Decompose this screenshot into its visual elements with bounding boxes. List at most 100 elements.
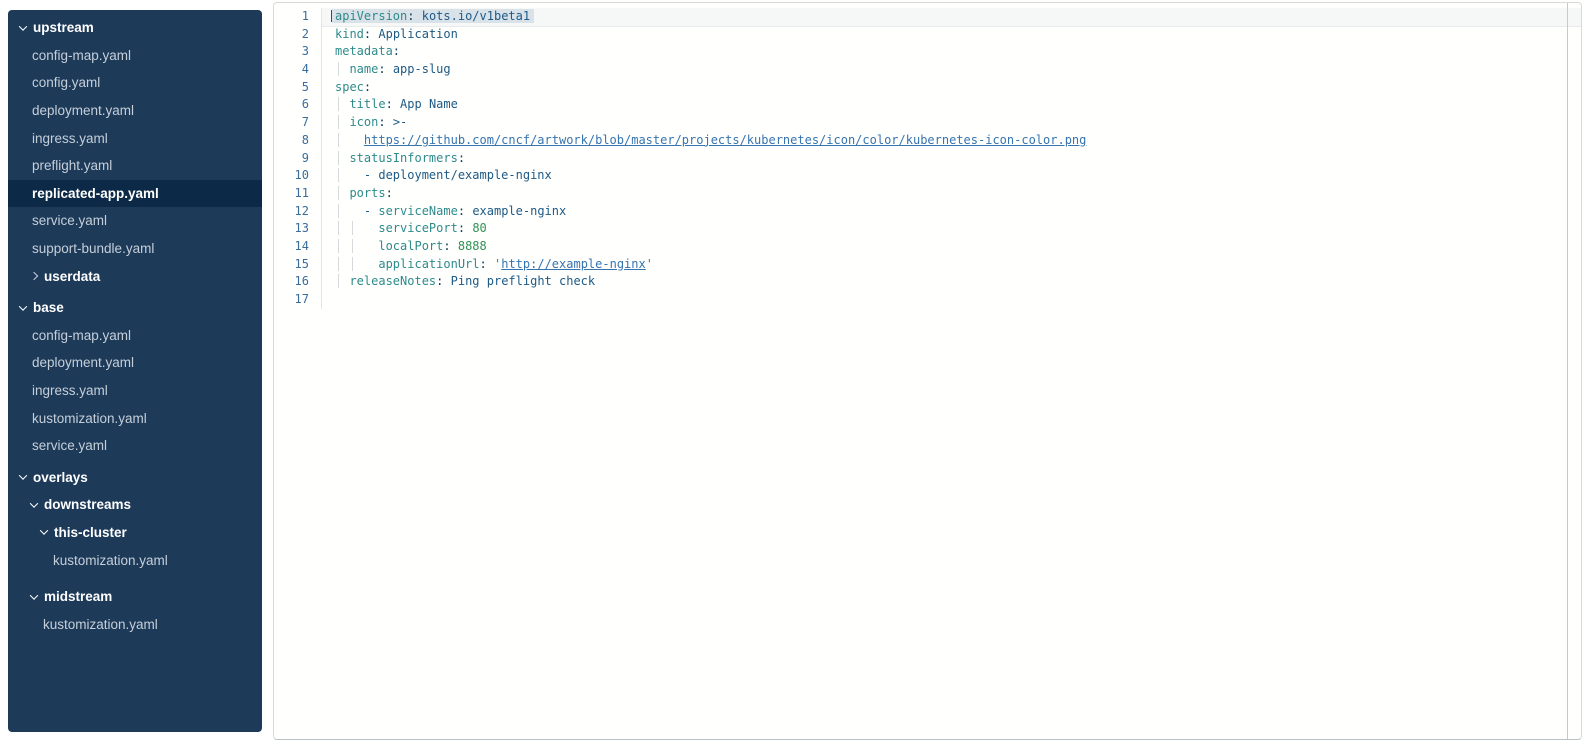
line-number: 8 <box>274 132 322 150</box>
code-token <box>414 9 421 23</box>
code-token <box>443 274 450 288</box>
code-token: : <box>386 97 393 111</box>
tree-item-label: kustomization.yaml <box>32 411 147 426</box>
code-token: servicePort <box>378 221 457 235</box>
tree-file-support-bundle.yaml[interactable]: support-bundle.yaml <box>8 235 262 263</box>
tree-folder-downstreams[interactable]: downstreams <box>8 491 262 519</box>
code-line[interactable]: 11 ports: <box>274 185 1581 203</box>
tree-file-kustomization.yaml[interactable]: kustomization.yaml <box>8 610 262 638</box>
line-number: 10 <box>274 167 322 185</box>
tree-item-label: this-cluster <box>54 525 127 540</box>
tree-file-kustomization.yaml[interactable]: kustomization.yaml <box>8 404 262 432</box>
code-token: : <box>378 115 385 129</box>
code-line-content: title: App Name <box>322 96 1581 114</box>
code-line[interactable]: 3metadata: <box>274 43 1581 61</box>
tree-item-label: replicated-app.yaml <box>32 186 159 201</box>
code-line[interactable]: 15 applicationUrl: 'http://example-nginx… <box>274 256 1581 274</box>
code-line-content: ports: <box>322 185 1581 203</box>
code-token <box>386 62 393 76</box>
code-token: example-nginx <box>472 204 566 218</box>
tree-file-deployment.yaml[interactable]: deployment.yaml <box>8 349 262 377</box>
code-line[interactable]: 2kind: Application <box>274 26 1581 44</box>
code-line-content: - deployment/example-nginx <box>322 167 1581 185</box>
code-line[interactable]: 16 releaseNotes: Ping preflight check <box>274 273 1581 291</box>
tree-folder-overlays[interactable]: overlays <box>8 464 262 492</box>
code-line[interactable]: 7 icon: >- <box>274 114 1581 132</box>
code-line[interactable]: 13 servicePort: 80 <box>274 220 1581 238</box>
code-line-content: statusInformers: <box>322 150 1581 168</box>
code-link[interactable]: https://github.com/cncf/artwork/blob/mas… <box>364 133 1086 147</box>
code-token <box>451 239 458 253</box>
indent-guide-line <box>335 168 349 182</box>
line-number: 2 <box>274 26 322 44</box>
code-line-content: releaseNotes: Ping preflight check <box>322 273 1581 291</box>
tree-file-ingress.yaml[interactable]: ingress.yaml <box>8 377 262 405</box>
tree-folder-this-cluster[interactable]: this-cluster <box>8 519 262 547</box>
code-token: Ping preflight check <box>451 274 596 288</box>
tree-file-config-map.yaml[interactable]: config-map.yaml <box>8 322 262 350</box>
code-token: : <box>443 239 450 253</box>
tree-file-config-map.yaml[interactable]: config-map.yaml <box>8 42 262 70</box>
indent-guide-line <box>335 151 349 165</box>
code-token: title <box>349 97 385 111</box>
code-line[interactable]: 4 name: app-slug <box>274 61 1581 79</box>
tree-file-service.yaml[interactable]: service.yaml <box>8 432 262 460</box>
code-line-content: https://github.com/cncf/artwork/blob/mas… <box>322 132 1581 150</box>
tree-item-label: service.yaml <box>32 213 107 228</box>
code-line-content: - serviceName: example-nginx <box>322 203 1581 221</box>
line-number: 6 <box>274 96 322 114</box>
tree-item-label: upstream <box>33 20 94 35</box>
code-line[interactable]: 10 - deployment/example-nginx <box>274 167 1581 185</box>
tree-file-replicated-app.yaml[interactable]: replicated-app.yaml <box>8 180 262 208</box>
chevron-right-icon <box>30 272 38 280</box>
code-line[interactable]: 5spec: <box>274 79 1581 97</box>
code-token: - deployment/example-nginx <box>364 168 552 182</box>
tree-folder-upstream[interactable]: upstream <box>8 14 262 42</box>
code-token: : <box>386 186 393 200</box>
selected-text: apiVersion: kots.io/v1beta1 <box>335 9 530 23</box>
code-line[interactable]: 14 localPort: 8888 <box>274 238 1581 256</box>
code-token: icon <box>349 115 378 129</box>
code-line[interactable]: 12 - serviceName: example-nginx <box>274 203 1581 221</box>
tree-file-deployment.yaml[interactable]: deployment.yaml <box>8 97 262 125</box>
tree-item-label: ingress.yaml <box>32 383 108 398</box>
code-line-content: localPort: 8888 <box>322 238 1581 256</box>
code-line[interactable]: 1 apiVersion: kots.io/v1beta1 <box>274 8 1581 26</box>
code-line[interactable]: 6 title: App Name <box>274 96 1581 114</box>
line-number: 3 <box>274 43 322 61</box>
editor-scrollbar[interactable] <box>1567 3 1568 739</box>
yaml-editor[interactable]: 1apiVersion: kots.io/v1beta12kind: Appli… <box>273 2 1582 740</box>
code-line-content: servicePort: 80 <box>322 220 1581 238</box>
tree-file-kustomization.yaml[interactable]: kustomization.yaml <box>8 546 262 574</box>
code-token: : <box>458 151 465 165</box>
code-token: : <box>364 80 371 94</box>
code-line[interactable]: 9 statusInformers: <box>274 150 1581 168</box>
code-token: >- <box>393 115 407 129</box>
tree-file-config.yaml[interactable]: config.yaml <box>8 69 262 97</box>
tree-folder-userdata[interactable]: userdata <box>8 262 262 290</box>
code-token: statusInformers <box>349 151 457 165</box>
line-number: 11 <box>274 185 322 203</box>
code-line-content: icon: >- <box>322 114 1581 132</box>
code-lines: 1apiVersion: kots.io/v1beta12kind: Appli… <box>274 8 1581 309</box>
code-link[interactable]: http://example-nginx <box>501 257 646 271</box>
tree-item-label: downstreams <box>44 497 131 512</box>
tree-item-label: config-map.yaml <box>32 328 131 343</box>
line-number: 1 <box>274 8 322 26</box>
code-line[interactable]: 8 https://github.com/cncf/artwork/blob/m… <box>274 132 1581 150</box>
line-number: 7 <box>274 114 322 132</box>
code-token: kind <box>335 27 364 41</box>
tree-folder-base[interactable]: base <box>8 294 262 322</box>
code-line[interactable]: 17 <box>274 291 1581 309</box>
tree-folder-midstream[interactable]: midstream <box>8 583 262 611</box>
tree-file-service.yaml[interactable]: service.yaml <box>8 207 262 235</box>
indent-guide-line <box>335 186 349 200</box>
chevron-down-icon <box>40 527 48 535</box>
tree-file-preflight.yaml[interactable]: preflight.yaml <box>8 152 262 180</box>
line-number: 15 <box>274 256 322 274</box>
tree-item-label: service.yaml <box>32 438 107 453</box>
indent-guide-line <box>349 221 363 235</box>
tree-item-label: kustomization.yaml <box>43 617 158 632</box>
code-token: releaseNotes <box>349 274 436 288</box>
tree-file-ingress.yaml[interactable]: ingress.yaml <box>8 124 262 152</box>
